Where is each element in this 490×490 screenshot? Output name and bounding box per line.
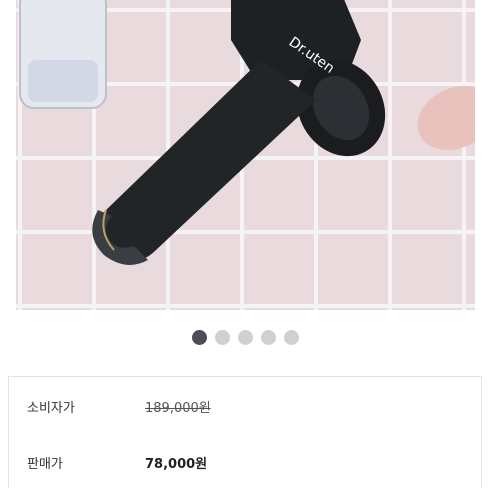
consumer-price-value: 189,000원	[145, 401, 211, 416]
price-info-box: 소비자가 189,000원 판매가 78,000원	[8, 376, 482, 488]
product-photo[interactable]: Dr.uten	[16, 0, 475, 310]
carousel-dot-2[interactable]	[214, 330, 230, 345]
massage-gun-illustration: Dr.uten	[19, 0, 475, 265]
carousel-dot-4[interactable]	[260, 330, 276, 345]
carousel-dot-5[interactable]	[283, 330, 299, 345]
pink-object	[417, 85, 475, 151]
image-carousel-indicators	[0, 330, 490, 345]
carousel-dot-1[interactable]	[191, 330, 207, 345]
product-detail-page: Dr.uten 소비자가 189,000원 판매가 78,000원	[0, 0, 490, 490]
sale-price-label: 판매가	[27, 457, 63, 472]
gun-handle	[97, 60, 316, 262]
bottle-water	[28, 60, 98, 102]
carousel-dot-3[interactable]	[237, 330, 253, 345]
sale-price-value: 78,000원	[145, 457, 208, 472]
consumer-price-label: 소비자가	[27, 401, 75, 416]
